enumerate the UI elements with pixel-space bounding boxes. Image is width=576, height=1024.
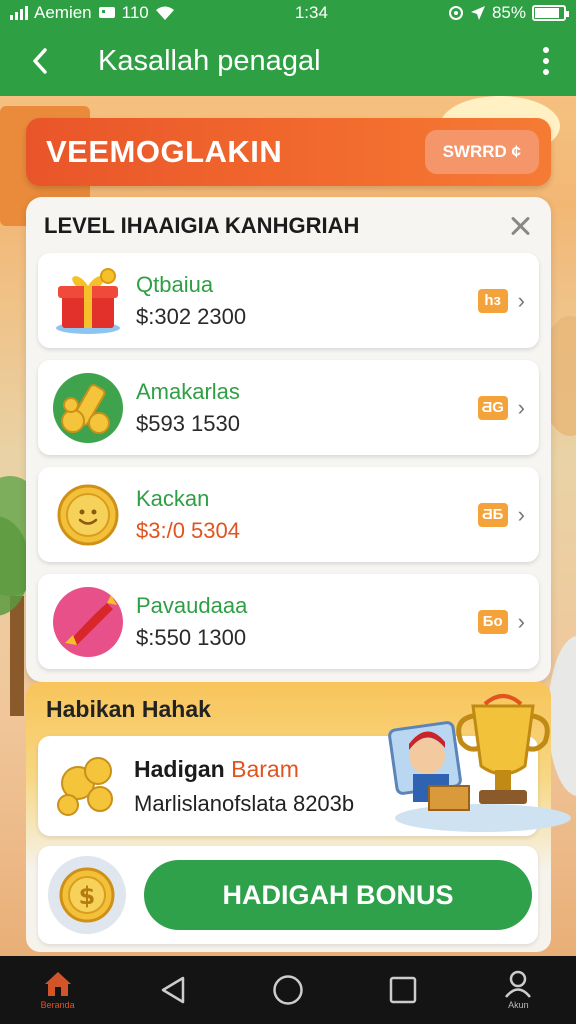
close-icon[interactable] — [507, 213, 533, 239]
clock: 1:34 — [294, 3, 328, 22]
reward-name: Kackan — [136, 485, 210, 511]
panel-title: LEVEL IHAAIGIA KANHGRIAH — [44, 213, 360, 238]
reward-text: Pavaudaaa $:550 1300 — [136, 593, 478, 651]
home-icon — [44, 972, 71, 996]
status-left: Aemien 110 — [10, 3, 175, 23]
reward-list: Qtbaiua $:302 2300 hɜ › Amakarlas $593 1… — [38, 253, 539, 669]
reward-name: Qtbaiua — [136, 271, 214, 297]
nav-item-recents[interactable] — [368, 960, 438, 1020]
more-vertical-icon-dot — [543, 58, 549, 64]
chevron-right-icon: › — [517, 608, 525, 634]
nav-item-home-system[interactable] — [253, 960, 323, 1020]
background-tree-trunk — [10, 596, 24, 716]
gold-bars-icon — [50, 370, 126, 446]
bonus-cta-button[interactable]: HADIGAH BONUS — [144, 860, 532, 930]
reward-price: $:550 1300 — [136, 624, 247, 650]
chevron-right-icon: › — [517, 287, 525, 313]
coins-stack-icon — [50, 747, 124, 826]
reward-item[interactable]: Pavaudaaa $:550 1300 Ƃo › — [38, 574, 539, 669]
signal-icon — [10, 6, 28, 20]
reward-item[interactable]: Kackan $3:/0 5304 ƋƂ › — [38, 467, 539, 562]
nav-label-home: Beranda — [40, 1000, 75, 1010]
bonus-card-title-main: Hadigan — [134, 755, 232, 782]
nav-item-home[interactable]: Beranda — [23, 960, 93, 1020]
reward-item[interactable]: Amakarlas $593 1530 ƋG › — [38, 360, 539, 455]
recents-square-icon — [389, 976, 417, 1004]
more-vertical-icon-dot — [543, 47, 549, 53]
more-vertical-icon-dot — [543, 69, 549, 75]
dollar-coin-icon: $ — [48, 856, 126, 934]
home-circle-icon — [273, 975, 303, 1005]
status-right: 85% — [448, 3, 569, 23]
banner-reward-button[interactable]: SWRRD ¢ — [424, 130, 539, 174]
bonus-card-subtitle: Marlislanofslata 8203b — [134, 790, 355, 816]
gift-box-icon — [50, 263, 126, 339]
reward-text: Qtbaiua $:302 2300 — [136, 272, 478, 330]
profile-icon — [505, 970, 532, 998]
rewards-panel: LEVEL IHAAIGIA KANHGRIAH Qtbaiua $:302 2… — [26, 197, 551, 682]
promo-banner: VEEMOGLAKIN SWRRD ¢ — [26, 118, 551, 186]
reward-badge: ƋG — [477, 395, 508, 420]
bonus-card-title-accent: Baram — [231, 755, 299, 782]
reward-name: Amakarlas — [136, 378, 240, 404]
page-title: Kasallah penagal — [98, 44, 321, 77]
location-arrow-icon — [470, 6, 485, 20]
chevron-left-icon — [33, 48, 47, 74]
message-icon — [98, 7, 115, 18]
reward-price: $:302 2300 — [136, 303, 247, 329]
banner-title: VEEMOGLAKIN — [46, 134, 283, 169]
nav-item-profile[interactable]: Akun — [483, 960, 553, 1020]
cta-card: $ HADIGAH BONUS — [38, 846, 538, 944]
status-bar: Aemien 110 1:34 85% — [0, 0, 576, 26]
bonus-card-title: Hadigan Baram — [134, 756, 354, 783]
reward-text: Kackan $3:/0 5304 — [136, 486, 478, 544]
reward-price: $3:/0 5304 — [136, 517, 240, 543]
gold-coin-icon — [50, 477, 126, 553]
back-triangle-icon — [161, 976, 185, 1004]
app-bar: Kasallah penagal — [0, 26, 576, 96]
candy-icon — [50, 584, 126, 660]
chevron-right-icon: › — [517, 394, 525, 420]
reward-name: Pavaudaaa — [136, 592, 248, 618]
reward-badge: ƋƂ — [477, 502, 508, 527]
more-options-button[interactable] — [536, 41, 556, 81]
network-label: 110 — [121, 3, 149, 22]
battery-percent: 85% — [491, 3, 526, 22]
navigation-bar: Beranda Akun — [0, 956, 576, 1024]
bonus-section: Habikan Hahak Hadigan Baram Marlislanofs… — [26, 682, 571, 952]
panel-header: LEVEL IHAAIGIA KANHGRIAH — [38, 211, 539, 241]
bonus-card-text: Hadigan Baram Marlislanofslata 8203b — [134, 756, 354, 817]
wifi-icon — [155, 6, 174, 20]
reward-text: Amakarlas $593 1530 — [136, 379, 478, 437]
nav-item-back[interactable] — [138, 960, 208, 1020]
trophy-illustration — [373, 686, 573, 836]
back-button[interactable] — [20, 41, 60, 81]
svg-text:$: $ — [79, 882, 96, 910]
reward-badge: hɜ — [477, 288, 508, 313]
battery-fill — [535, 8, 559, 18]
nav-label-profile: Akun — [508, 1000, 529, 1010]
reward-badge: Ƃo — [477, 609, 508, 634]
reward-price: $593 1530 — [136, 410, 240, 436]
chevron-right-icon: › — [517, 501, 525, 527]
battery-icon — [532, 5, 569, 21]
alarm-icon — [448, 6, 463, 20]
carrier-label: Aemien — [34, 3, 92, 22]
reward-item[interactable]: Qtbaiua $:302 2300 hɜ › — [38, 253, 539, 348]
